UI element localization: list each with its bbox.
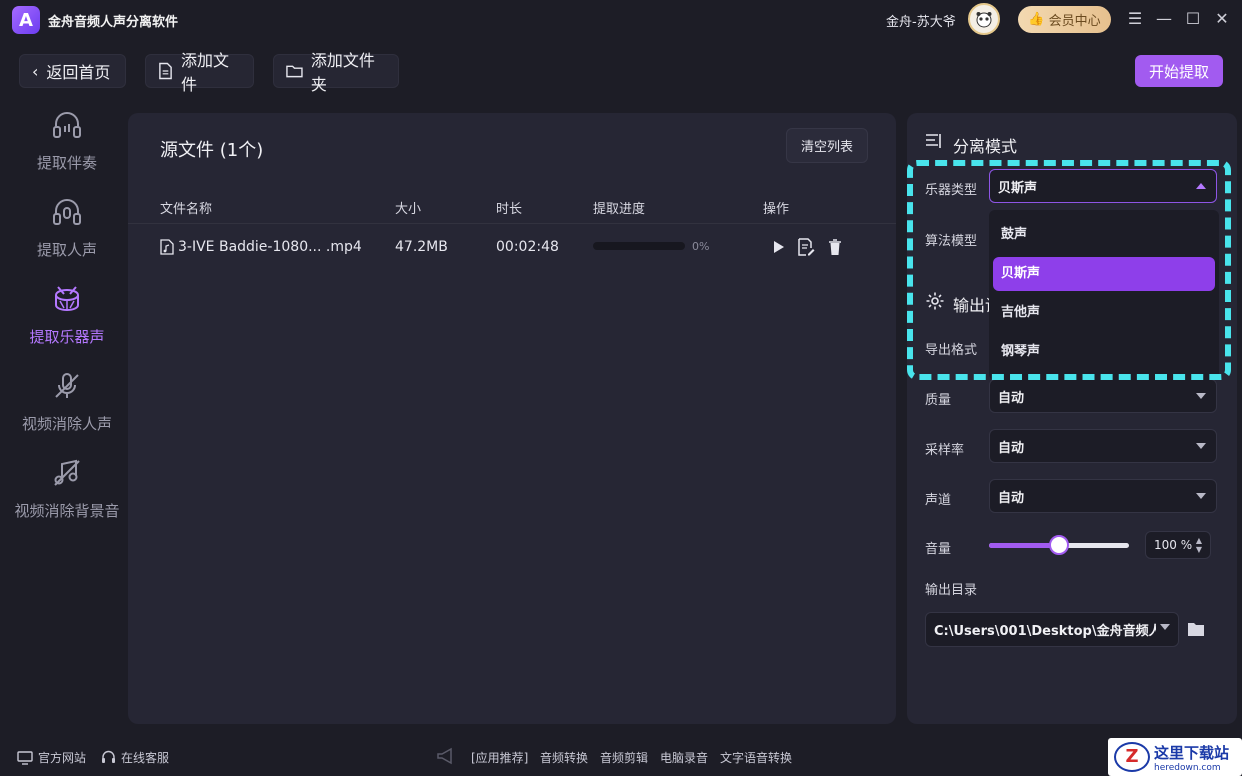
headphone-icon — [53, 112, 81, 138]
filter-lines-icon — [926, 134, 941, 148]
folder-icon — [286, 65, 303, 78]
file-name: 3-IVE Baddie-1080... .mp4 — [178, 239, 362, 255]
open-folder-icon[interactable] — [1187, 621, 1205, 637]
footer-link-audio-convert[interactable]: 音频转换 — [540, 749, 588, 766]
sidebar-item-instrument[interactable]: 提取乐器声 — [0, 282, 134, 347]
file-duration: 00:02:48 — [496, 239, 559, 255]
output-dir-select[interactable]: C:\Users\001\Desktop\金舟音频人 — [925, 612, 1179, 647]
clear-list-button[interactable]: 清空列表 — [786, 128, 868, 163]
chevron-down-icon — [1160, 624, 1170, 630]
quality-label: 质量 — [925, 393, 952, 408]
highlight-annotation — [907, 160, 1231, 380]
source-files-title: 源文件 (1个) — [160, 140, 264, 161]
sidebar-label: 提取伴奏 — [36, 154, 97, 172]
channel-select[interactable]: 自动 — [989, 479, 1217, 513]
sidebar-label: 提取乐器声 — [29, 328, 105, 346]
footer-link-pc-record[interactable]: 电脑录音 — [660, 749, 708, 766]
output-dir-label: 输出目录 — [925, 583, 978, 598]
back-home-button[interactable]: ‹ 返回首页 — [19, 54, 126, 88]
sidebar-item-accompaniment[interactable]: 提取伴奏 — [0, 108, 134, 173]
chevron-down-icon — [1196, 443, 1206, 449]
progress-bar — [593, 242, 685, 250]
channel-label: 声道 — [925, 493, 952, 508]
online-service-link[interactable]: 在线客服 — [101, 749, 169, 766]
audio-file-icon — [160, 239, 174, 255]
sample-rate-label: 采样率 — [925, 443, 965, 458]
official-website-label: 官方网站 — [38, 751, 87, 765]
chevron-down-icon — [1196, 493, 1206, 499]
output-dir-value: C:\Users\001\Desktop\金舟音频人 — [934, 624, 1156, 639]
add-folder-button[interactable]: 添加文件夹 — [273, 51, 399, 94]
sidebar-item-vocals[interactable]: 提取人声 — [0, 195, 134, 260]
add-file-label: 添加文件 — [181, 51, 230, 94]
sample-rate-select[interactable]: 自动 — [989, 429, 1217, 463]
app-title: 金舟音频人声分离软件 — [48, 15, 179, 30]
music-off-icon — [54, 459, 80, 486]
vip-center-button[interactable]: 👍 会员中心 — [1018, 6, 1111, 33]
header-divider — [128, 223, 896, 224]
volume-stepper[interactable]: 100 % ▲ ▼ — [1145, 531, 1211, 559]
maximize-icon[interactable]: ☐ — [1182, 8, 1204, 30]
volume-value: 100 % — [1154, 538, 1193, 552]
file-icon — [159, 62, 172, 80]
quality-select[interactable]: 自动 — [989, 379, 1217, 413]
online-service-label: 在线客服 — [121, 751, 170, 765]
column-header-size: 大小 — [395, 202, 422, 217]
sample-rate-value: 自动 — [998, 440, 1025, 456]
back-home-label: 返回首页 — [46, 63, 111, 82]
stepper-arrows-icon[interactable]: ▲ ▼ — [1196, 536, 1202, 554]
watermark-logo-icon: Z — [1114, 742, 1150, 772]
sidebar-label: 视频消除背景音 — [14, 502, 120, 520]
watermark-sub: heredown.com — [1154, 762, 1221, 773]
channel-value: 自动 — [998, 490, 1025, 506]
trash-icon[interactable] — [826, 238, 844, 256]
drum-icon — [55, 286, 79, 312]
edit-file-icon[interactable] — [797, 238, 815, 256]
sidebar-item-video-remove-bgm[interactable]: 视频消除背景音 — [0, 456, 134, 521]
column-header-duration: 时长 — [496, 202, 523, 217]
volume-label: 音量 — [925, 542, 952, 557]
play-icon[interactable] — [769, 238, 787, 256]
column-header-progress: 提取进度 — [593, 202, 646, 217]
column-header-actions: 操作 — [763, 202, 790, 217]
add-folder-label: 添加文件夹 — [310, 51, 375, 94]
start-extract-button[interactable]: 开始提取 — [1135, 55, 1223, 87]
username[interactable]: 金舟-苏大爷 — [886, 11, 956, 30]
vip-label: 会员中心 — [1048, 14, 1101, 29]
chevron-left-icon: ‹ — [32, 61, 39, 81]
footer-link-audio-edit[interactable]: 音频剪辑 — [600, 749, 648, 766]
monitor-icon — [17, 750, 33, 765]
megaphone-icon — [437, 747, 452, 765]
chevron-down-icon — [1196, 393, 1206, 399]
sidebar-label: 提取人声 — [36, 241, 97, 259]
mic-off-icon — [55, 373, 79, 398]
official-website-link[interactable]: 官方网站 — [17, 749, 86, 766]
panda-avatar-icon — [976, 12, 992, 28]
volume-slider-handle[interactable] — [1049, 535, 1069, 555]
progress-percent: 0% — [692, 240, 710, 253]
quality-value: 自动 — [998, 390, 1025, 406]
avatar[interactable] — [968, 3, 1000, 35]
headphone-mic-icon — [53, 199, 81, 225]
app-recommend-label: [应用推荐] — [471, 751, 529, 765]
app-logo: A — [12, 6, 40, 34]
separation-mode-title: 分离模式 — [953, 137, 1018, 156]
sidebar-label: 视频消除人声 — [21, 415, 112, 433]
file-size: 47.2MB — [395, 239, 448, 255]
close-icon[interactable]: ✕ — [1211, 8, 1233, 30]
watermark-text: 这里下载站 — [1154, 743, 1230, 762]
footer-link-tts[interactable]: 文字语音转换 — [720, 749, 792, 766]
site-watermark: Z 这里下载站 heredown.com — [1108, 738, 1242, 776]
column-header-name: 文件名称 — [160, 202, 213, 217]
minimize-icon[interactable]: — — [1153, 8, 1175, 30]
sidebar-item-video-remove-vocals[interactable]: 视频消除人声 — [0, 369, 134, 434]
menu-icon[interactable]: ☰ — [1124, 8, 1146, 30]
headset-icon — [102, 750, 115, 763]
add-file-button[interactable]: 添加文件 — [145, 51, 254, 94]
thumb-up-icon: 👍 — [1028, 12, 1045, 27]
